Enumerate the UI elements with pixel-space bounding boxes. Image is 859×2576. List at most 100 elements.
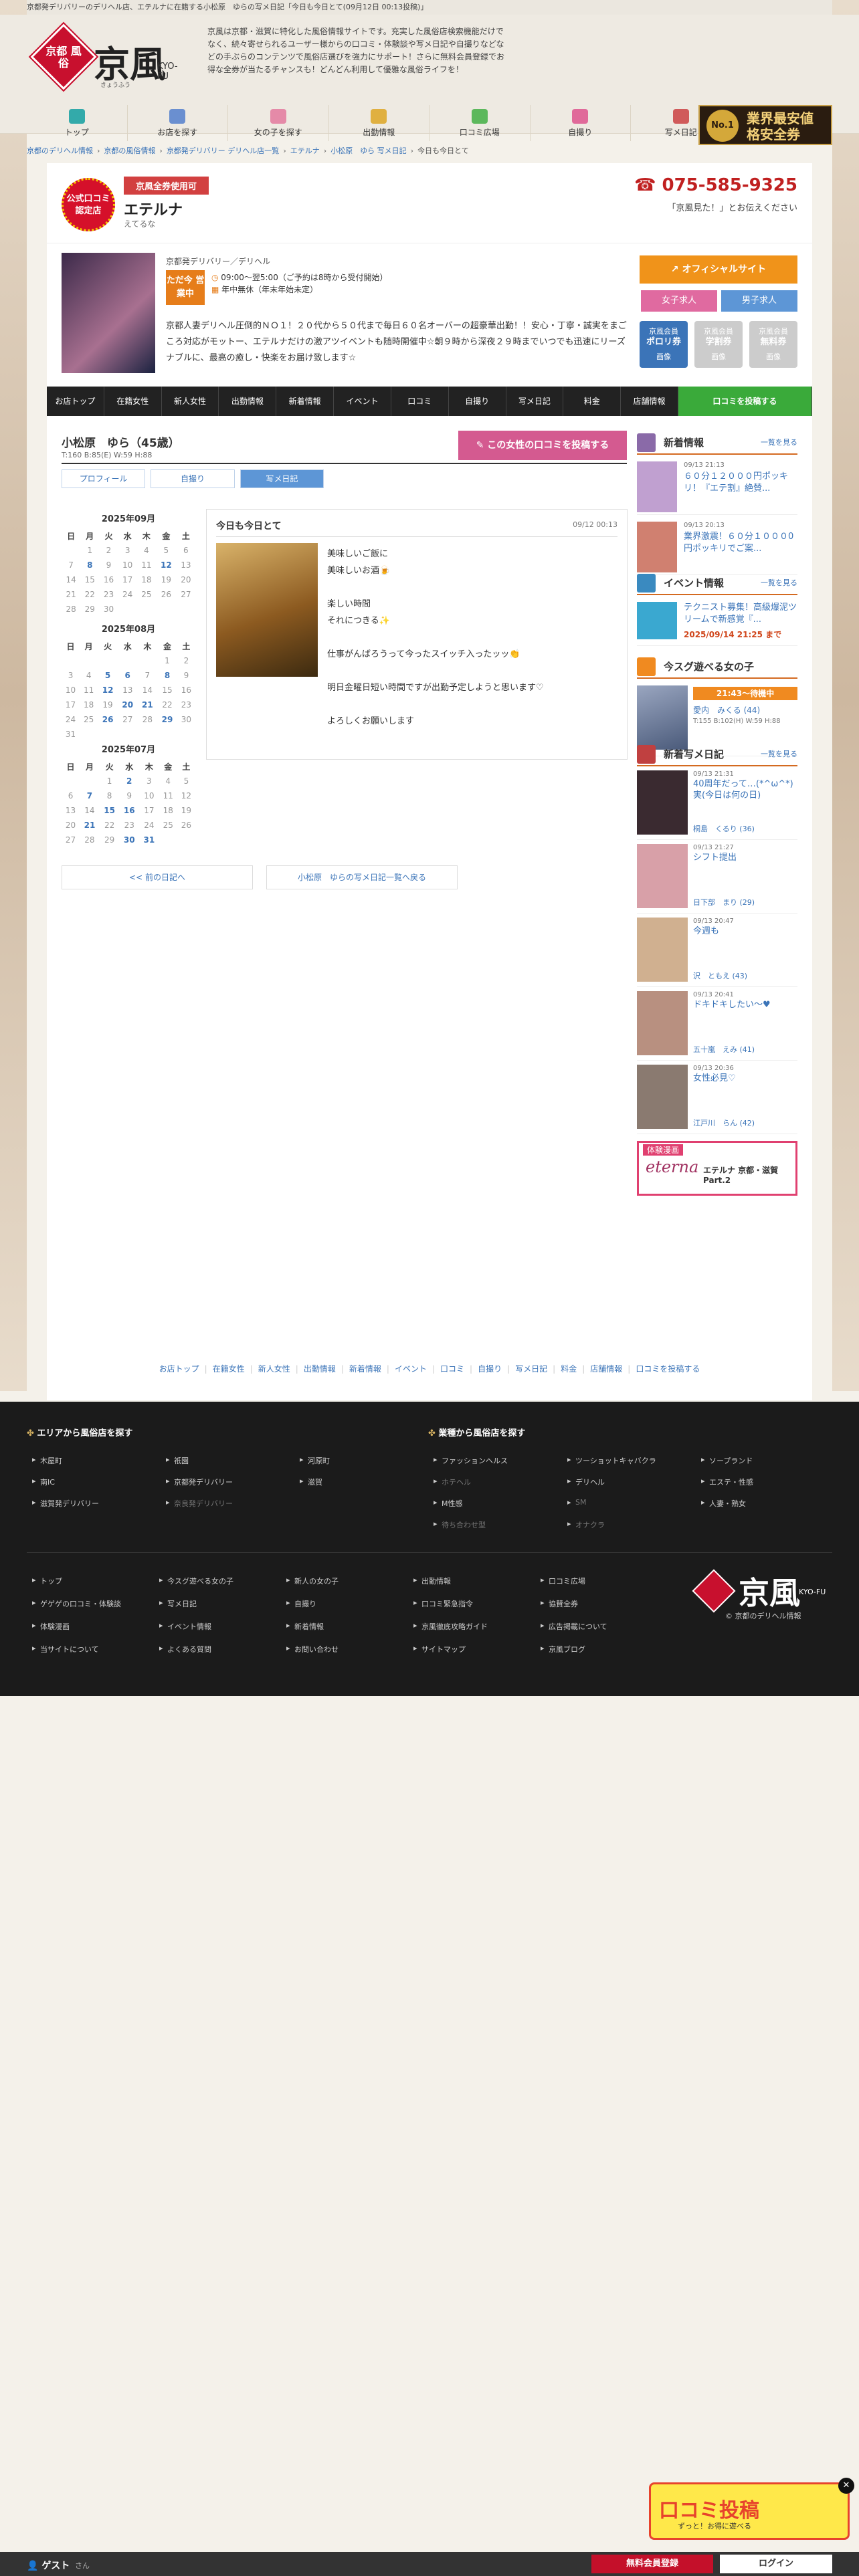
- footer-link[interactable]: ツーショットキャバクラ: [575, 1455, 656, 1466]
- shop-nav-item[interactable]: 自撮り: [449, 387, 506, 416]
- close-icon[interactable]: ✕: [838, 2478, 854, 2494]
- footer-link[interactable]: ホテヘル: [442, 1477, 471, 1487]
- shop-nav-item[interactable]: 新人女性: [162, 387, 219, 416]
- calendar-day[interactable]: 30: [119, 833, 139, 847]
- footer-link[interactable]: 京都発デリバリー: [174, 1477, 233, 1487]
- event-more-link[interactable]: 一覧を見る: [761, 571, 797, 595]
- footer-link[interactable]: 新人の女の子: [294, 1576, 339, 1586]
- diary-more-link[interactable]: 一覧を見る: [761, 742, 797, 766]
- calendar-day[interactable]: 20: [118, 697, 138, 712]
- footer-link[interactable]: 滋賀: [308, 1477, 322, 1487]
- gnav-item[interactable]: トップ: [27, 105, 128, 141]
- footer-link[interactable]: よくある質問: [167, 1644, 211, 1654]
- diary-photo[interactable]: [216, 543, 318, 677]
- footer-nav-item[interactable]: 料金: [561, 1364, 577, 1374]
- tab-0[interactable]: プロフィール: [62, 469, 146, 488]
- calendar-day[interactable]: 29: [157, 712, 177, 727]
- calendar-day[interactable]: 12: [156, 558, 177, 572]
- shop-nav-item[interactable]: 料金: [563, 387, 622, 416]
- news-more-link[interactable]: 一覧を見る: [761, 431, 797, 455]
- side-diary-item[interactable]: 09/13 20:36 女性必見♡ 江戸川 らん (42): [637, 1061, 797, 1134]
- breadcrumb-item[interactable]: エテルナ: [290, 146, 320, 155]
- side-diary-item[interactable]: 09/13 20:41 ドキドキしたい〜♥ 五十嵐 えみ (41): [637, 987, 797, 1061]
- footer-link[interactable]: サイトマップ: [421, 1644, 466, 1654]
- footer-link[interactable]: エステ・性感: [709, 1477, 753, 1487]
- breadcrumb-item[interactable]: 京都発デリバリー デリヘル店一覧: [167, 146, 280, 155]
- login-button[interactable]: ログイン: [720, 2555, 832, 2573]
- prev-diary-link[interactable]: << 前の日記へ: [62, 865, 253, 889]
- footer-link[interactable]: 京風ブログ: [549, 1644, 585, 1654]
- gnav-item[interactable]: お店を探す: [128, 105, 228, 141]
- gnav-item[interactable]: 自撮り: [531, 105, 631, 141]
- shop-nav-item[interactable]: 出勤情報: [219, 387, 277, 416]
- shop-nav-item[interactable]: 在籍女性: [104, 387, 162, 416]
- footer-link[interactable]: 新着情報: [294, 1621, 324, 1632]
- shop-image[interactable]: [62, 253, 155, 373]
- girl-recruit-button[interactable]: 女子求人: [641, 290, 717, 312]
- shop-nav-item[interactable]: 口コミ: [391, 387, 449, 416]
- footer-link[interactable]: 人妻・熟女: [709, 1498, 746, 1509]
- footer-link[interactable]: オナクラ: [575, 1519, 605, 1530]
- breadcrumb-item[interactable]: 京都の風俗情報: [104, 146, 155, 155]
- official-site-button[interactable]: ↗ オフィシャルサイト: [640, 255, 797, 284]
- footer-nav-item[interactable]: 口コミ: [440, 1364, 464, 1374]
- breadcrumb-item[interactable]: 京都のデリヘル情報: [27, 146, 93, 155]
- calendar-day[interactable]: 26: [98, 712, 118, 727]
- side-diary-item[interactable]: 09/13 21:31 40周年だって…(*^ω^*)実(今日は何の日) 桐島 くる…: [637, 766, 797, 840]
- footer-nav-item[interactable]: イベント: [395, 1364, 427, 1374]
- footer-link[interactable]: 祇園: [174, 1455, 189, 1466]
- no1-banner[interactable]: No.1 業界最安値 格安全券: [698, 105, 832, 145]
- shop-nav-item[interactable]: お店トップ: [47, 387, 104, 416]
- footer-link[interactable]: 出勤情報: [421, 1576, 451, 1586]
- shop-nav-item[interactable]: イベント: [334, 387, 391, 416]
- shop-nav-item[interactable]: 店舗情報: [621, 387, 678, 416]
- calendar-day[interactable]: 5: [98, 668, 118, 683]
- gnav-item[interactable]: 女の子を探す: [228, 105, 329, 141]
- footer-nav-item[interactable]: 店舗情報: [590, 1364, 622, 1374]
- shop-name[interactable]: エテルナ: [124, 198, 183, 219]
- footer-link[interactable]: 木屋町: [40, 1455, 62, 1466]
- calendar-day[interactable]: 6: [118, 668, 138, 683]
- calendar-day[interactable]: 12: [98, 683, 118, 697]
- shop-nav-item[interactable]: 写メ日記: [506, 387, 564, 416]
- footer-nav-item[interactable]: 出勤情報: [304, 1364, 336, 1374]
- calendar-day[interactable]: 21: [138, 697, 158, 712]
- side-diary-item[interactable]: 09/13 21:27 シフト提出 日下部 まり (29): [637, 840, 797, 914]
- footer-link[interactable]: M性感: [442, 1498, 463, 1509]
- tab-2[interactable]: 写メ日記: [240, 469, 324, 488]
- footer-link[interactable]: 京風徹底攻略ガイド: [421, 1621, 488, 1632]
- diary-list-link[interactable]: 小松原 ゆらの写メ日記一覧へ戻る: [266, 865, 458, 889]
- register-button[interactable]: 無料会員登録: [591, 2555, 713, 2573]
- footer-link[interactable]: 南IC: [40, 1477, 55, 1487]
- footer-nav-item[interactable]: 在籍女性: [213, 1364, 245, 1374]
- news-item[interactable]: 09/13 21:13 ６０分１２０００円ポッキリ！『エテ割』絶賛...: [637, 459, 797, 515]
- footer-nav-item[interactable]: 写メ日記: [515, 1364, 547, 1374]
- member-coupon[interactable]: 京風会員 ポロリ券 画像: [640, 321, 688, 368]
- footer-link[interactable]: 口コミ緊急指令: [421, 1598, 473, 1609]
- footer-link[interactable]: 当サイトについて: [40, 1644, 99, 1654]
- side-diary-item[interactable]: 09/13 20:47 今週も沢 ともえ (43): [637, 914, 797, 987]
- manga-banner[interactable]: 体験漫画 eterna エテルナ 京都・滋賀 Part.2: [637, 1141, 797, 1196]
- footer-link[interactable]: 奈良発デリバリー: [174, 1498, 233, 1509]
- breadcrumb-item[interactable]: 小松原 ゆら 写メ日記: [330, 146, 407, 155]
- footer-link[interactable]: 協賛全券: [549, 1598, 578, 1609]
- footer-link[interactable]: ファッションヘルス: [442, 1455, 508, 1466]
- footer-nav-item[interactable]: 新人女性: [258, 1364, 290, 1374]
- shop-phone[interactable]: ☎ 075-585-9325: [634, 175, 797, 195]
- calendar-day[interactable]: 16: [119, 803, 139, 818]
- calendar-day[interactable]: 31: [139, 833, 159, 847]
- calendar-day[interactable]: 7: [80, 788, 100, 803]
- footer-link[interactable]: 河原町: [308, 1455, 330, 1466]
- footer-logo[interactable]: 京風 KYO-FU © 京都のデリヘル情報: [685, 1569, 832, 1620]
- footer-link[interactable]: SM: [575, 1498, 586, 1507]
- footer-link[interactable]: 写メ日記: [167, 1598, 197, 1609]
- footer-link[interactable]: デリヘル: [575, 1477, 605, 1487]
- footer-link[interactable]: ソープランド: [709, 1455, 753, 1466]
- calendar-day[interactable]: 15: [100, 803, 120, 818]
- footer-link[interactable]: お問い合わせ: [294, 1644, 339, 1654]
- footer-nav-item[interactable]: お店トップ: [159, 1364, 199, 1374]
- calendar-day[interactable]: 8: [80, 558, 99, 572]
- footer-link[interactable]: 体験漫画: [40, 1621, 70, 1632]
- footer-link[interactable]: 待ち合わせ型: [442, 1519, 486, 1530]
- calendar-day[interactable]: 2: [119, 774, 139, 788]
